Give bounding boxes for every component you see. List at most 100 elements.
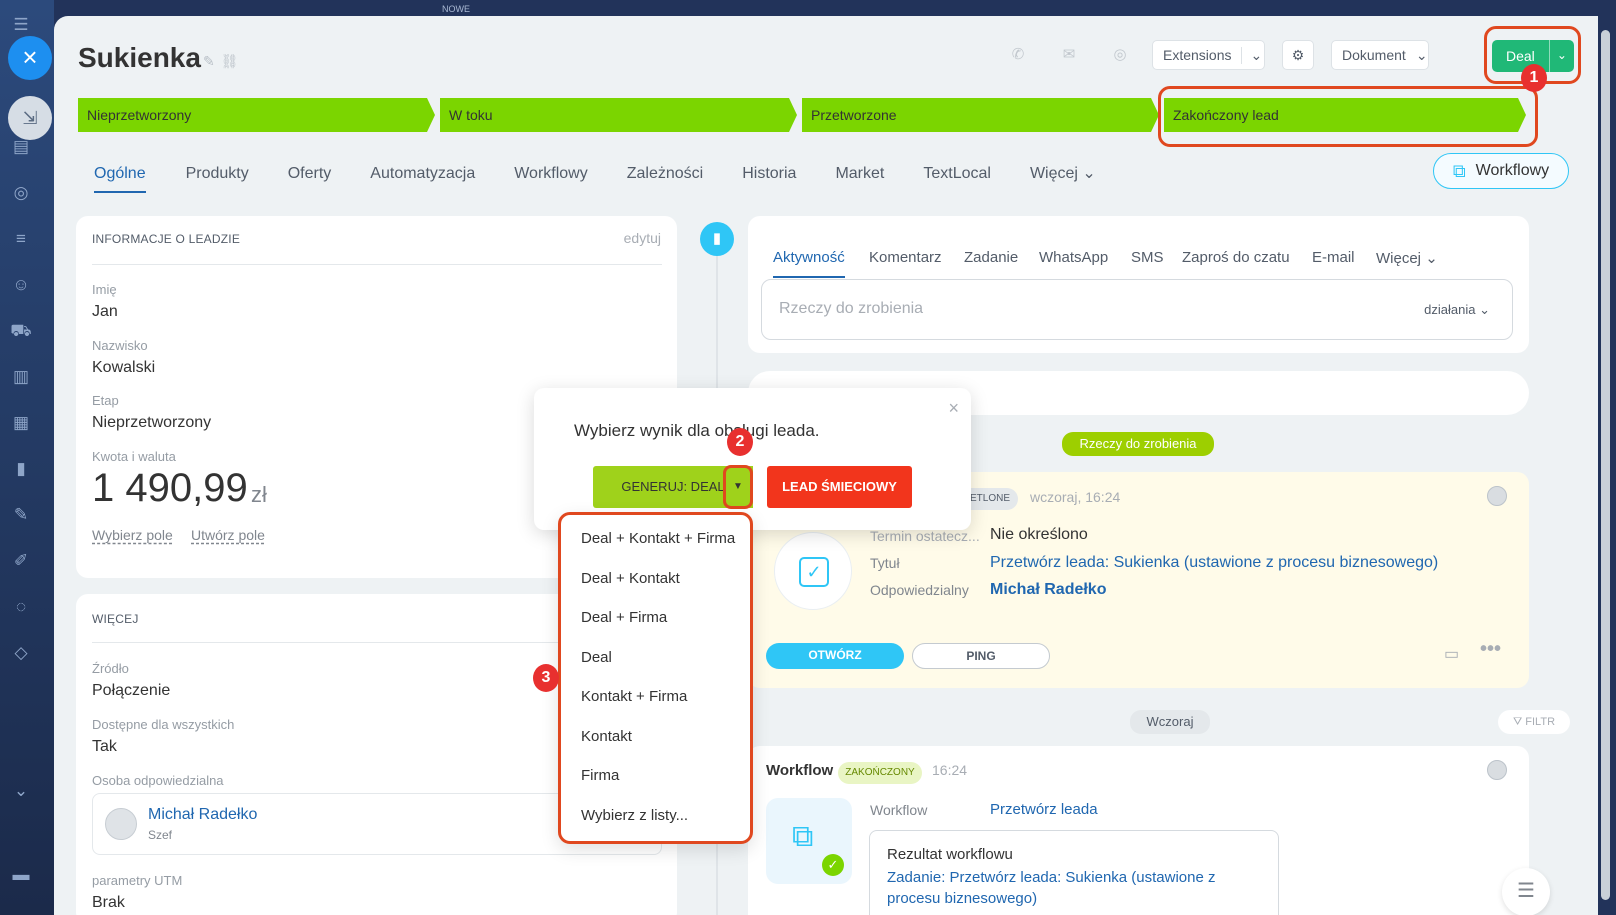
- generate-options-dropdown: Deal + Kontakt + Firma Deal + Kontakt De…: [558, 512, 753, 844]
- edit-link[interactable]: edytuj: [624, 230, 661, 246]
- extensions-button[interactable]: Extensions ⌄: [1152, 40, 1265, 70]
- tab-market[interactable]: Market: [835, 159, 904, 193]
- note-icon[interactable]: ▭: [1444, 644, 1459, 664]
- option-firma[interactable]: Firma: [581, 767, 619, 784]
- deadline-value: Nie określono: [990, 526, 1088, 543]
- pen-icon[interactable]: ✐: [10, 550, 32, 572]
- minimize-icon[interactable]: ⇲: [8, 96, 52, 140]
- dokument-button[interactable]: Dokument ⌄: [1331, 40, 1429, 70]
- generate-dropdown-toggle[interactable]: ▼: [723, 465, 753, 509]
- tab-wiecej-activity[interactable]: Więcej ⌄: [1376, 249, 1438, 267]
- close-button[interactable]: ×: [8, 36, 52, 80]
- tab-produkty[interactable]: Produkty: [186, 159, 269, 193]
- tab-whatsapp[interactable]: WhatsApp: [1039, 249, 1108, 266]
- tab-historia[interactable]: Historia: [742, 159, 816, 193]
- chevron-down-icon: ⌄: [1082, 165, 1096, 182]
- tab-zadanie[interactable]: Zadanie: [964, 249, 1018, 266]
- tab-workflowy[interactable]: Workflowy: [514, 159, 608, 193]
- result-label: Rezultat workflowu: [887, 846, 1013, 863]
- tab-komentarz[interactable]: Komentarz: [869, 249, 942, 266]
- phone-icon[interactable]: ✆: [1002, 40, 1034, 70]
- tab-automatyzacja[interactable]: Automatyzacja: [370, 159, 495, 193]
- more-icon[interactable]: •••: [1480, 638, 1501, 661]
- stage-przetworzone[interactable]: Przetworzone: [802, 98, 1159, 132]
- utm-value: Brak: [92, 894, 125, 911]
- option-deal-kontakt-firma[interactable]: Deal + Kontakt + Firma: [581, 530, 735, 547]
- gear-icon[interactable]: ⚙: [1282, 40, 1314, 70]
- extensions-label: Extensions: [1163, 47, 1232, 63]
- task-resp-link[interactable]: Michał Radełko: [990, 581, 1106, 599]
- main-tabs: Ogólne Produkty Oferty Automatyzacja Wor…: [94, 159, 1135, 193]
- filter-icon[interactable]: ≡: [10, 228, 32, 250]
- option-deal-firma[interactable]: Deal + Firma: [581, 609, 667, 626]
- chat-icon[interactable]: ◎: [1104, 40, 1136, 70]
- tab-wiecej[interactable]: Więcej ⌄: [1030, 159, 1116, 193]
- box-icon[interactable]: ◇: [10, 642, 32, 664]
- ping-button[interactable]: PING: [912, 643, 1050, 669]
- task-time: wczoraj, 16:24: [1030, 489, 1121, 505]
- responsible-name[interactable]: Michał Radełko: [148, 806, 257, 824]
- calendar-icon[interactable]: ▦: [10, 412, 32, 434]
- browser-tab-label: NOWE: [442, 4, 470, 14]
- currency: zł: [251, 482, 267, 507]
- document-icon[interactable]: ✎: [10, 504, 32, 526]
- printer-icon[interactable]: ▬: [10, 864, 32, 886]
- tab-wiecej-activity-label: Więcej: [1376, 250, 1422, 267]
- robot-icon[interactable]: ☺: [10, 274, 32, 296]
- choose-field-link[interactable]: Wybierz pole: [92, 527, 173, 543]
- yesterday-badge: Wczoraj: [1130, 710, 1210, 734]
- tab-ogolne[interactable]: Ogólne: [94, 159, 146, 193]
- workflow-result-box: Rezultat workflowu Zadanie: Przetwórz le…: [869, 830, 1279, 915]
- workflow-button[interactable]: ⧉ Workflowy: [1433, 153, 1569, 189]
- option-deal-kontakt[interactable]: Deal + Kontakt: [581, 570, 680, 587]
- tab-zapros-do-czatu[interactable]: Zaproś do czatu: [1182, 249, 1290, 266]
- junk-lead-button[interactable]: LEAD ŚMIECIOWY: [767, 466, 912, 508]
- title-label: Tytuł: [870, 555, 900, 571]
- create-field-link[interactable]: Utwórz pole: [191, 527, 265, 543]
- page-title: Sukienka: [78, 42, 201, 73]
- todo-input[interactable]: Rzeczy do zrobienia działania ⌄: [761, 279, 1513, 340]
- close-icon[interactable]: ×: [948, 398, 959, 419]
- todo-badge: Rzeczy do zrobienia: [1062, 432, 1214, 456]
- tab-sms[interactable]: SMS: [1131, 249, 1164, 266]
- open-button[interactable]: OTWÓRZ: [766, 643, 904, 669]
- option-deal[interactable]: Deal: [581, 649, 612, 666]
- step-marker-2: 2: [727, 428, 753, 456]
- settings-ring-icon[interactable]: ◌: [10, 596, 32, 618]
- tab-oferty[interactable]: Oferty: [288, 159, 352, 193]
- result-link[interactable]: Zadanie: Przetwórz leada: Sukienka (usta…: [887, 867, 1247, 909]
- amount-value: 1 490,99: [92, 466, 248, 510]
- task-title-link[interactable]: Przetwórz leada: Sukienka (ustawione z p…: [990, 554, 1438, 572]
- workflow-label: Workflow: [870, 802, 928, 818]
- workflow-link[interactable]: Przetwórz leada: [990, 801, 1098, 818]
- filter-button[interactable]: ⛛ FILTR: [1498, 710, 1570, 734]
- workflow-status: ZAKOŃCZONY: [838, 762, 922, 784]
- mail-icon[interactable]: ✉: [1053, 40, 1085, 70]
- actions-dropdown[interactable]: działania ⌄: [1424, 302, 1490, 318]
- analytics-icon[interactable]: ▮: [10, 458, 32, 480]
- stage-w-toku[interactable]: W toku: [440, 98, 797, 132]
- resp-label: Odpowiedzialny: [870, 582, 969, 598]
- chevron-down-icon[interactable]: ⌄: [10, 780, 32, 802]
- cart-icon[interactable]: ⛟: [10, 320, 32, 342]
- target-icon[interactable]: ◎: [10, 182, 32, 204]
- menu-icon[interactable]: ☰: [10, 14, 32, 36]
- option-choose-from-list[interactable]: Wybierz z listy...: [581, 807, 688, 824]
- chevron-down-icon: ⌄: [1479, 302, 1490, 317]
- edit-title-icon[interactable]: ✎⛓: [203, 53, 245, 70]
- more-title: WIĘCEJ: [92, 612, 139, 626]
- available-value: Tak: [92, 738, 117, 755]
- tab-email[interactable]: E-mail: [1312, 249, 1355, 266]
- stage-nieprzetworzony[interactable]: Nieprzetworzony: [78, 98, 435, 132]
- option-kontakt[interactable]: Kontakt: [581, 728, 632, 745]
- tab-aktywnosc[interactable]: Aktywność: [773, 249, 845, 278]
- field-label-imie: Imię: [92, 282, 117, 297]
- scrollbar[interactable]: [1601, 30, 1610, 900]
- workflow-card: Workflow ZAKOŃCZONY 16:24 ⧉ ✓ Workflow P…: [748, 746, 1529, 915]
- tab-textlocal[interactable]: TextLocal: [923, 159, 1011, 193]
- utm-label: parametry UTM: [92, 873, 183, 888]
- list-fab-icon[interactable]: ☰: [1502, 868, 1550, 915]
- option-kontakt-firma[interactable]: Kontakt + Firma: [581, 688, 687, 705]
- warehouse-icon[interactable]: ▥: [10, 366, 32, 388]
- tab-zaleznosci[interactable]: Zależności: [627, 159, 723, 193]
